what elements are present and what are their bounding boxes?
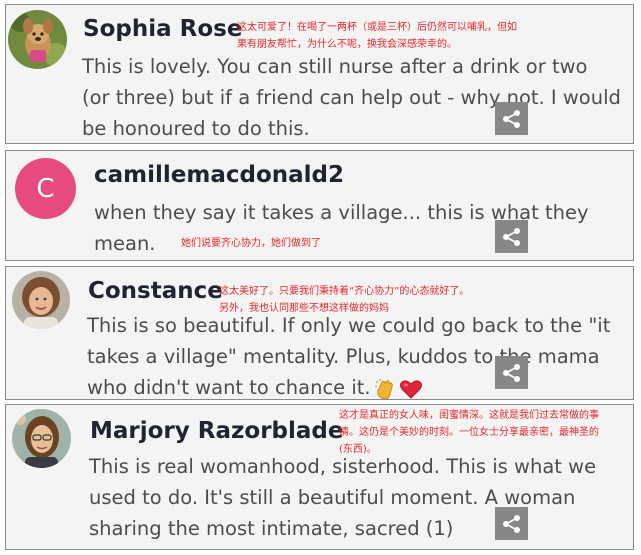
avatar-letter: C	[36, 173, 55, 204]
comment-text: This is so beautiful. If only we could g…	[87, 310, 611, 399]
share-icon	[502, 109, 520, 128]
translation-line: 情。这仍是个美妙的时刻。一位女士分享最亲密，最神圣的	[339, 427, 599, 438]
red-heart-emoji-icon	[399, 379, 422, 399]
comment-card: C camillemacdonald2 when they say it tak…	[5, 150, 634, 261]
comment-card: Marjory Razorblade 这才是真正的女人味，闺蜜情深。这就是我们过…	[5, 404, 634, 550]
share-icon	[502, 363, 520, 382]
author-name[interactable]: camillemacdonald2	[94, 162, 344, 188]
woman-glasses-photo-avatar-icon	[12, 409, 71, 468]
avatar[interactable]: C	[15, 158, 76, 219]
comment-line: This is so beautiful. If only we could g…	[87, 314, 611, 337]
translation-note: 她们说要齐心协力，她们做到了	[181, 235, 321, 252]
comment-line: be honoured to do this.	[82, 117, 310, 140]
author-name[interactable]: Constance	[88, 278, 223, 304]
author-name[interactable]: Sophia Rose	[83, 16, 242, 42]
share-button[interactable]	[495, 220, 528, 253]
comment-card: Constance 这太美好了。只要我们秉持着“齐心协力”的心态就好了。 另外，…	[5, 266, 634, 400]
share-button[interactable]	[495, 507, 528, 540]
translation-line: 这才是真正的女人味，闺蜜情深。这就是我们过去常做的事	[339, 410, 599, 421]
comment-line-text: who didn't want to chance it.	[87, 376, 371, 399]
comment-card: Sophia Rose 这太可爱了！在喝了一两杯（或是三杯）后仍然可以哺乳，但如…	[5, 4, 634, 144]
woman-photo-avatar-icon	[12, 271, 70, 329]
comment-line: (or three) but if a friend can help out …	[82, 86, 621, 109]
share-icon	[502, 514, 520, 533]
comment-line: This is real womanhood, sisterhood. This…	[89, 455, 597, 478]
translation-note: 这太可爱了！在喝了一两杯（或是三杯）后仍然可以哺乳，但如 果有朋友帮忙，为什么不…	[237, 19, 517, 53]
share-icon	[502, 227, 520, 246]
avatar[interactable]	[12, 409, 71, 468]
translation-line: 她们说要齐心协力，她们做到了	[181, 238, 321, 249]
share-button[interactable]	[495, 102, 528, 135]
avatar[interactable]	[8, 10, 67, 69]
translation-line: 这太美好了。只要我们秉持着“齐心协力”的心态就好了。	[219, 286, 470, 297]
share-button[interactable]	[495, 356, 528, 389]
dog-photo-avatar-icon	[8, 10, 67, 69]
comment-line: This is lovely. You can still nurse afte…	[82, 55, 588, 78]
author-name[interactable]: Marjory Razorblade	[90, 418, 343, 444]
comment-line: who didn't want to chance it.	[87, 372, 610, 399]
clapping-hands-emoji-icon	[374, 378, 393, 399]
comment-line: takes a village" mentality. Plus, kuddos…	[87, 345, 600, 368]
translation-line: 这太可爱了！在喝了一两杯（或是三杯）后仍然可以哺乳，但如	[237, 22, 517, 33]
comment-text: This is lovely. You can still nurse afte…	[82, 51, 621, 143]
avatar[interactable]	[12, 271, 70, 329]
